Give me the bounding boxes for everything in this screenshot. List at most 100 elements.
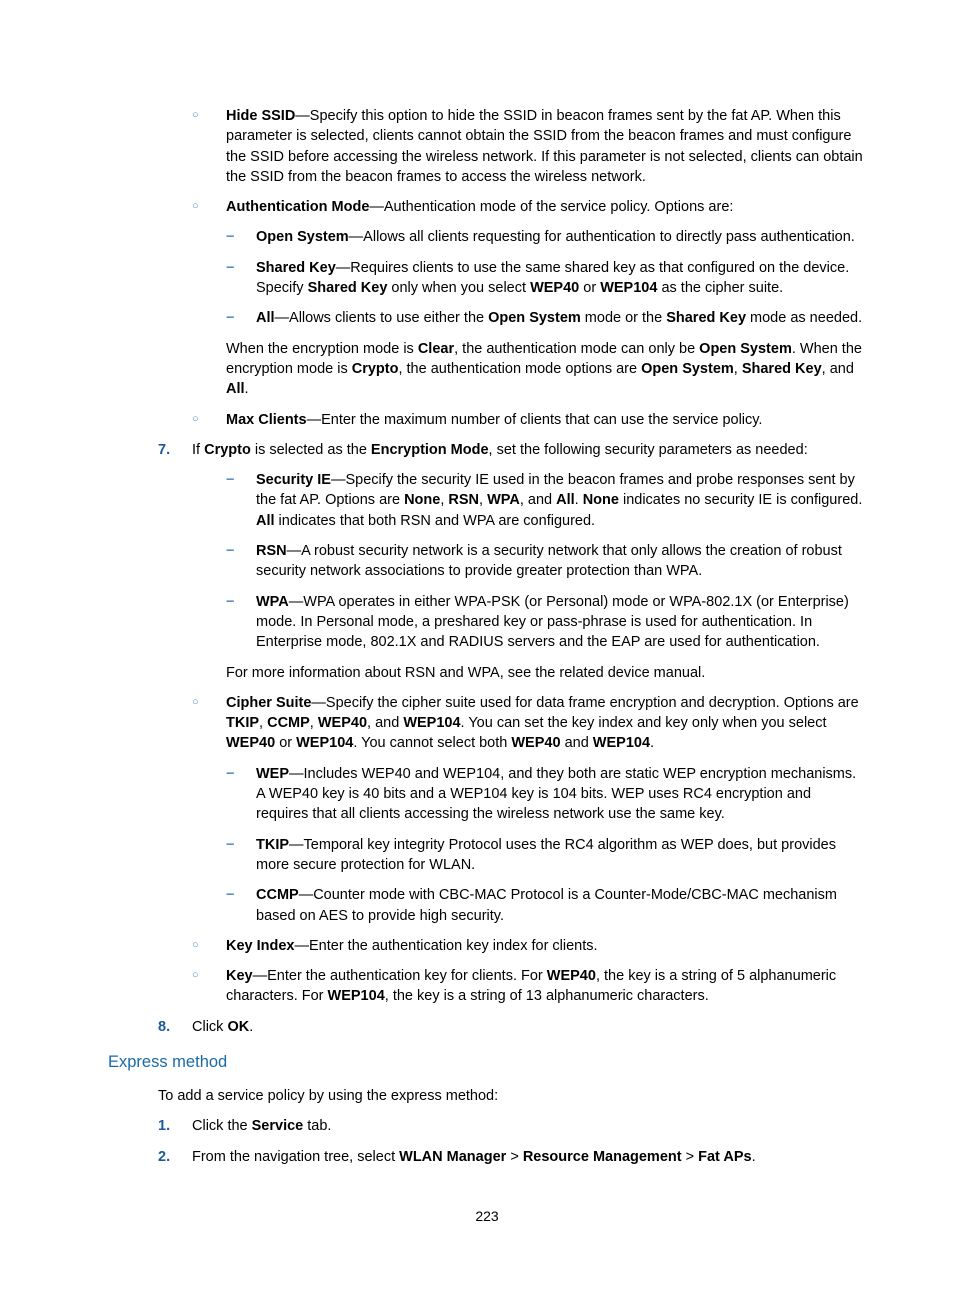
t: . (752, 1149, 756, 1165)
b: Clear (418, 341, 454, 357)
dash-shared-key: − Shared Key—Requires clients to use the… (226, 258, 866, 299)
label: Open System (256, 229, 349, 245)
dash-icon: − (226, 592, 234, 612)
t: or (579, 280, 600, 296)
b: Fat APs (698, 1149, 751, 1165)
t: Click (192, 1019, 227, 1035)
t: Click the (192, 1118, 252, 1134)
t: , and (520, 492, 556, 508)
t: . (650, 735, 654, 751)
b: WLAN Manager (399, 1149, 506, 1165)
t: indicates that both RSN and WPA are conf… (275, 513, 596, 529)
step-number: 1. (158, 1116, 170, 1136)
b: WEP40 (318, 715, 367, 731)
t: , set the following security parameters … (489, 442, 808, 458)
dash-icon: − (226, 308, 234, 328)
b: Shared Key (666, 310, 746, 326)
b: CCMP (267, 715, 310, 731)
t: . You can set the key index and key only… (461, 715, 827, 731)
label: Authentication Mode (226, 199, 369, 215)
bullet-hide-ssid: ○ Hide SSID—Specify this option to hide … (192, 106, 866, 187)
bullet-key-index: ○ Key Index—Enter the authentication key… (192, 936, 866, 956)
step-7: 7. If Crypto is selected as the Encrypti… (158, 440, 866, 460)
t: mode or the (581, 310, 666, 326)
dash-icon: − (226, 764, 234, 784)
t: , (259, 715, 267, 731)
b: Shared Key (742, 361, 822, 377)
t: —Allows clients to use either the (275, 310, 489, 326)
b: WPA (487, 492, 520, 508)
b: None (583, 492, 619, 508)
circle-icon: ○ (192, 968, 199, 983)
circle-icon: ○ (192, 199, 199, 214)
auth-mode-note: When the encryption mode is Clear, the a… (226, 339, 866, 400)
b: Service (252, 1118, 304, 1134)
t: , the authentication mode options are (398, 361, 641, 377)
b: WEP104 (593, 735, 650, 751)
label: Key (226, 968, 253, 984)
t: When the encryption mode is (226, 341, 418, 357)
express-intro: To add a service policy by using the exp… (158, 1086, 866, 1106)
label: Security IE (256, 472, 331, 488)
text: —Allows all clients requesting for authe… (349, 229, 855, 245)
circle-icon: ○ (192, 108, 199, 123)
b: WEP40 (547, 968, 596, 984)
b: Crypto (204, 442, 251, 458)
t: mode as needed. (746, 310, 862, 326)
b: All (556, 492, 575, 508)
label: Max Clients (226, 412, 307, 428)
t: > (682, 1149, 699, 1165)
b: Shared Key (308, 280, 388, 296)
dash-all: − All—Allows clients to use either the O… (226, 308, 866, 328)
dash-open-system: − Open System—Allows all clients request… (226, 227, 866, 247)
t: From the navigation tree, select (192, 1149, 399, 1165)
b: Open System (488, 310, 581, 326)
label: Key Index (226, 938, 295, 954)
b: Open System (699, 341, 792, 357)
dash-icon: − (226, 470, 234, 490)
step-number: 8. (158, 1017, 170, 1037)
t: > (506, 1149, 523, 1165)
b: WEP104 (296, 735, 353, 751)
t: . (575, 492, 583, 508)
dash-icon: − (226, 835, 234, 855)
t: indicates no security IE is configured. (619, 492, 862, 508)
dash-icon: − (226, 541, 234, 561)
text: —A robust security network is a security… (256, 543, 842, 579)
bullet-max-clients: ○ Max Clients—Enter the maximum number o… (192, 410, 866, 430)
rsn-wpa-note: For more information about RSN and WPA, … (226, 663, 866, 683)
express-step-1: 1. Click the Service tab. (158, 1116, 866, 1136)
label: CCMP (256, 887, 299, 903)
dash-tkip: − TKIP—Temporal key integrity Protocol u… (226, 835, 866, 876)
label: Hide SSID (226, 108, 295, 124)
t: , the authentication mode can only be (454, 341, 699, 357)
t: —Specify the cipher suite used for data … (311, 695, 858, 711)
t: , (310, 715, 318, 731)
label: TKIP (256, 837, 289, 853)
b: Crypto (352, 361, 399, 377)
b: WEP104 (328, 988, 385, 1004)
text: —Specify this option to hide the SSID in… (226, 108, 863, 185)
b: WEP104 (403, 715, 460, 731)
text: —Includes WEP40 and WEP104, and they bot… (256, 766, 856, 823)
text: —Enter the maximum number of clients tha… (307, 412, 763, 428)
b: RSN (448, 492, 479, 508)
t: , and (822, 361, 854, 377)
b: WEP40 (530, 280, 579, 296)
heading-express-method: Express method (108, 1051, 866, 1074)
t: , and (367, 715, 403, 731)
dash-icon: − (226, 258, 234, 278)
t: . (245, 381, 249, 397)
circle-icon: ○ (192, 938, 199, 953)
label: WEP (256, 766, 289, 782)
t: , (734, 361, 742, 377)
b: None (404, 492, 440, 508)
dash-icon: − (226, 227, 234, 247)
b: All (226, 381, 245, 397)
label: Shared Key (256, 260, 336, 276)
label: RSN (256, 543, 287, 559)
step-number: 7. (158, 440, 170, 460)
t: —Enter the authentication key for client… (253, 968, 547, 984)
b: All (256, 513, 275, 529)
text: —WPA operates in either WPA-PSK (or Pers… (256, 594, 849, 651)
